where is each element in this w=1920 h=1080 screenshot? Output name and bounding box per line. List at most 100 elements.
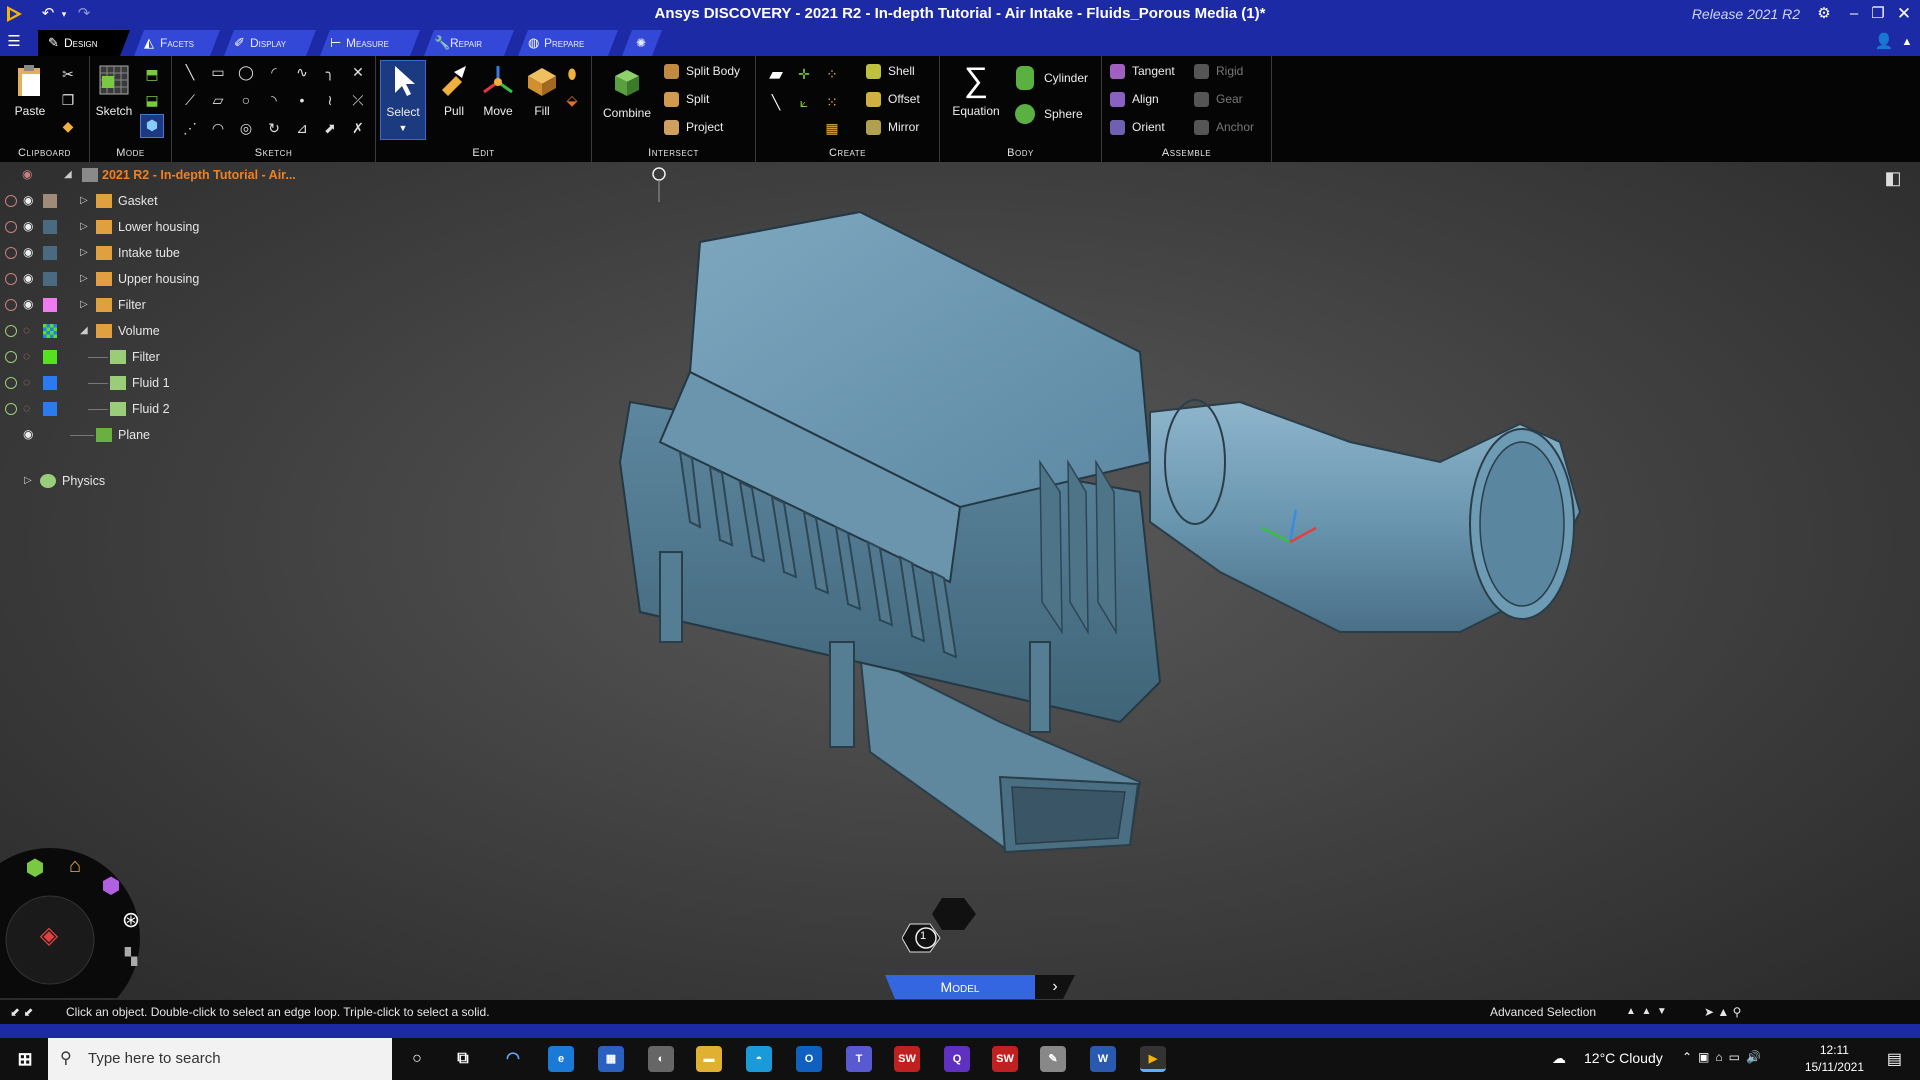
expand-icon[interactable]: ▷: [24, 468, 32, 494]
concentric-circle-icon[interactable]: ◎: [236, 118, 256, 138]
visibility-icon[interactable]: ◉: [23, 428, 39, 440]
delete-curve-icon[interactable]: ✗: [348, 118, 368, 138]
solid-mode-icon[interactable]: ⬓: [142, 90, 162, 110]
tree-item[interactable]: ◉ ▷ Intake tube: [0, 240, 320, 266]
system-tray-icons[interactable]: ⌃▣⌂▭🔊: [1682, 1050, 1767, 1064]
visibility-icon[interactable]: ◌: [23, 376, 39, 388]
tree-item[interactable]: ◉ ▷ Gasket: [0, 188, 320, 214]
minimize-icon[interactable]: –: [1844, 4, 1864, 24]
coordinate-system-icon[interactable]: ⟀: [794, 92, 814, 112]
polygon-icon[interactable]: ▱: [208, 90, 228, 110]
format-painter-icon[interactable]: ◆: [58, 116, 78, 136]
account-settings-icon[interactable]: ⚙: [1814, 4, 1834, 24]
taskbar-search-input[interactable]: ⚲ Type here to search: [48, 1038, 392, 1080]
tree-item[interactable]: ◉ ▷ Upper housing: [0, 266, 320, 292]
cortana-icon[interactable]: ○: [404, 1046, 430, 1072]
pull-button[interactable]: Pull: [432, 62, 476, 118]
tab-design[interactable]: ✎ Design: [38, 30, 130, 56]
select-button[interactable]: Select ▼: [380, 60, 426, 140]
shell-button[interactable]: Shell: [864, 60, 915, 82]
expand-icon[interactable]: ▷: [80, 188, 88, 214]
circular-pattern-icon[interactable]: ⁙: [822, 92, 842, 112]
bend-icon[interactable]: ⊿: [292, 118, 312, 138]
taskbar-clock[interactable]: 12:11 15/11/2021: [1805, 1042, 1864, 1076]
grid-pattern-icon[interactable]: ▦: [822, 118, 842, 138]
lock-icon[interactable]: [5, 221, 17, 233]
construction-line-icon[interactable]: ⋰: [180, 118, 200, 138]
teams-icon[interactable]: T: [846, 1046, 872, 1072]
color-swatch[interactable]: [43, 376, 57, 390]
rigid-button[interactable]: Rigid: [1192, 60, 1243, 82]
wifi-icon[interactable]: ◠: [500, 1046, 526, 1072]
collapse-icon[interactable]: ◢: [80, 318, 88, 344]
close-icon[interactable]: ✕: [1894, 4, 1914, 24]
home-view-cube-icon[interactable]: ⬢: [22, 857, 48, 884]
lock-icon[interactable]: [5, 247, 17, 259]
move-button[interactable]: Move: [476, 62, 520, 118]
windows-start-icon[interactable]: ⊞: [12, 1046, 38, 1072]
ansys-discovery-taskbar-icon[interactable]: ▶: [1140, 1046, 1166, 1072]
sweep-arc-icon[interactable]: ◠: [208, 118, 228, 138]
fillet-icon[interactable]: ╮: [320, 62, 340, 82]
tab-measure[interactable]: ⊢ Measure: [320, 30, 420, 56]
offset-curve-icon[interactable]: ≀: [320, 90, 340, 110]
axis-icon[interactable]: ╲: [766, 92, 786, 112]
file-explorer-icon[interactable]: ▬: [696, 1046, 722, 1072]
trim-icon[interactable]: ✕: [348, 62, 368, 82]
zoom-fit-icon[interactable]: ▚: [118, 948, 144, 974]
lock-icon[interactable]: [5, 403, 17, 415]
equation-button[interactable]: ∑ Equation: [946, 62, 1006, 118]
plane-icon[interactable]: ▰: [766, 64, 786, 84]
select-dropdown-icon[interactable]: ▼: [381, 123, 425, 133]
tree-root[interactable]: ◉ ◢ 2021 R2 - In-depth Tutorial - Air...: [0, 162, 320, 188]
gear-button[interactable]: Gear: [1192, 88, 1243, 110]
lock-icon[interactable]: [5, 273, 17, 285]
color-swatch[interactable]: [43, 194, 57, 208]
tab-repair[interactable]: 🔧 Repair: [424, 30, 514, 56]
model-tab[interactable]: Model: [885, 975, 1035, 999]
spline-icon[interactable]: ∿: [292, 62, 312, 82]
expand-icon[interactable]: ▷: [80, 292, 88, 318]
cut-icon[interactable]: ✂: [58, 64, 78, 84]
user-icon[interactable]: 👤: [1874, 32, 1894, 52]
menu-icon[interactable]: ☰: [4, 32, 24, 52]
tree-item[interactable]: ◌ Fluid 1: [0, 370, 320, 396]
expand-icon[interactable]: ▷: [80, 214, 88, 240]
visibility-icon[interactable]: ◌: [23, 324, 39, 336]
tree-physics[interactable]: ▷ Physics: [0, 468, 320, 494]
visibility-icon[interactable]: ◉: [23, 246, 39, 258]
align-button[interactable]: Align: [1108, 88, 1159, 110]
lock-icon[interactable]: [5, 325, 17, 337]
section-mode-icon[interactable]: ⬒: [142, 64, 162, 84]
view-cube-icon[interactable]: ◈: [34, 924, 64, 956]
color-swatch[interactable]: [43, 220, 57, 234]
color-swatch[interactable]: [43, 246, 57, 260]
split-line-icon[interactable]: ⤫: [348, 90, 368, 110]
color-swatch[interactable]: [43, 350, 57, 364]
tree-item[interactable]: ◉ ▷ Filter: [0, 292, 320, 318]
tree-item[interactable]: ◌ Fluid 2: [0, 396, 320, 422]
tangent-line-icon[interactable]: ⟋: [180, 90, 200, 110]
tangent-arc-icon[interactable]: ◝: [264, 90, 284, 110]
offset-button[interactable]: Offset: [864, 88, 920, 110]
solidworks-2022-icon[interactable]: SW: [992, 1046, 1018, 1072]
task-view-icon[interactable]: ⧉: [450, 1046, 476, 1072]
weather-text[interactable]: 12°C Cloudy: [1584, 1050, 1663, 1066]
selection-mode[interactable]: Advanced Selection: [1490, 1000, 1596, 1024]
calculator-icon[interactable]: ▦: [598, 1046, 624, 1072]
edge-icon[interactable]: ◓: [746, 1046, 772, 1072]
orient-button[interactable]: Orient: [1108, 116, 1165, 138]
line-icon[interactable]: ╲: [180, 62, 200, 82]
combine-button[interactable]: Combine: [600, 64, 654, 120]
sphere-button[interactable]: Sphere: [1010, 100, 1083, 128]
replace-icon[interactable]: ⬙: [562, 90, 582, 110]
color-swatch[interactable]: [43, 298, 57, 312]
rectangle-icon[interactable]: ▭: [208, 62, 228, 82]
anchor-button[interactable]: Anchor: [1192, 116, 1254, 138]
navigation-wheel[interactable]: ⬢ ⌂ ⬢ ⊛ ▚ ◈: [0, 848, 150, 1028]
word-icon[interactable]: W: [1090, 1046, 1116, 1072]
expand-icon[interactable]: ▷: [80, 266, 88, 292]
sketch-mode-button[interactable]: Sketch: [92, 62, 136, 118]
paint-icon[interactable]: ✎: [1040, 1046, 1066, 1072]
lock-icon[interactable]: [5, 299, 17, 311]
